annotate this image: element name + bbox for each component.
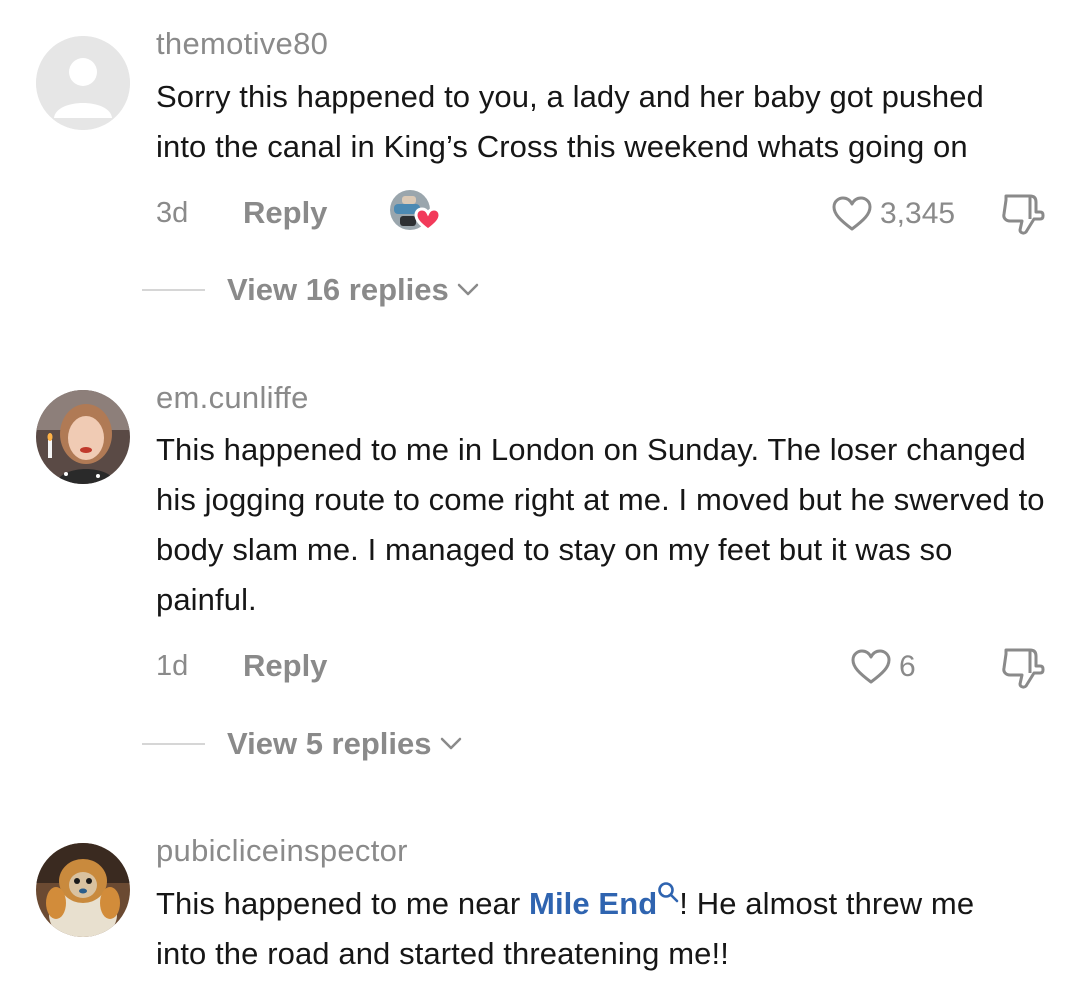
monkey-photo-avatar-icon [36,843,130,937]
comment-text: Sorry this happened to you, a lady and h… [156,79,984,164]
heart-icon [832,196,872,231]
location-search-link[interactable]: Mile End [529,882,679,921]
mention-label: Mile End [529,886,658,921]
view-replies-button[interactable]: View 5 replies [142,726,462,762]
search-icon [658,882,679,903]
dislike-button[interactable] [998,642,1046,690]
reply-button[interactable]: Reply [243,195,327,231]
comment-username[interactable]: em.cunliffe [156,380,309,416]
avatar[interactable] [36,36,130,130]
comment-username[interactable]: themotive80 [156,26,328,62]
comment-timestamp: 1d [156,650,189,682]
divider-line [142,743,205,745]
like-count: 3,345 [880,197,956,230]
comment-text-start: This happened to me near [156,886,530,921]
thumbs-down-icon [1002,194,1045,235]
comment-text: This happened to me near Mile End! He al… [156,879,1016,979]
view-replies-label: View 5 replies [227,726,432,761]
avatar[interactable] [36,390,130,484]
dislike-button[interactable] [998,188,1046,236]
avatar[interactable] [36,843,130,937]
like-count: 6 [899,650,916,683]
like-button[interactable]: 6 [851,645,916,689]
comment-username[interactable]: pubicliceinspector [156,833,408,869]
user-photo-avatar-icon [36,390,130,484]
comment-timestamp: 3d [156,197,189,229]
heart-icon [851,649,891,684]
thumbs-down-icon [1002,648,1045,689]
chevron-down-icon [457,283,478,296]
default-user-avatar-icon [36,36,130,130]
reply-button[interactable]: Reply [243,648,327,684]
like-button[interactable]: 3,345 [832,192,955,236]
view-replies-label: View 16 replies [227,272,449,307]
view-replies-button[interactable]: View 16 replies [142,272,479,308]
creator-avatar-heart-icon [390,190,442,232]
creator-liked-badge [390,190,444,236]
divider-line [142,289,205,291]
comment-text: This happened to me in London on Sunday.… [156,432,1045,617]
chevron-down-icon [440,737,461,750]
